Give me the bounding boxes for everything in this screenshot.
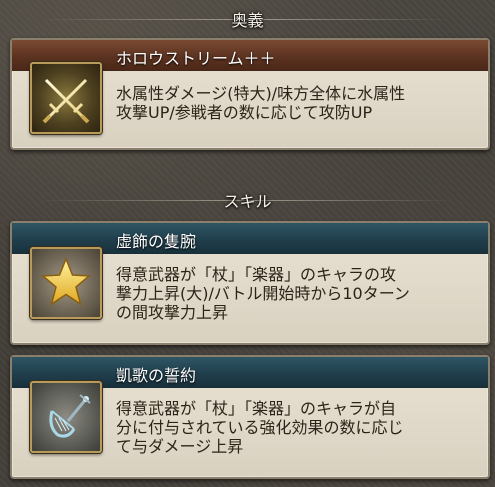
skill-desc-line: 得意武器が「杖」「楽器」のキャラの攻: [116, 265, 397, 284]
skill-desc-line: 撃力上昇(大)/バトル開始時から10ターン: [116, 284, 410, 303]
ougi-section-header: 奥義: [0, 5, 495, 33]
ougi-desc-line: 攻撃UP/参戦者の数に応じて攻防UP: [116, 103, 373, 122]
ougi-card[interactable]: ホロウストリーム＋＋ 水属性ダメージ(特大)/味方全体に水属性 攻撃UP/参戦者…: [10, 38, 490, 150]
skill-desc-line: の間攻撃力上昇: [116, 303, 229, 322]
ougi-section-title: 奥義: [231, 11, 264, 30]
ougi-name: ホロウストリーム＋＋: [116, 49, 276, 68]
skill-name: 凱歌の誓約: [116, 366, 197, 385]
skill-desc-line: て与ダメージ上昇: [116, 437, 244, 456]
ougi-desc-line: 水属性ダメージ(特大)/味方全体に水属性: [116, 84, 406, 103]
skill-name: 虚飾の隻腕: [116, 232, 197, 251]
ougi-description: 水属性ダメージ(特大)/味方全体に水属性 攻撃UP/参戦者の数に応じて攻防UP: [116, 84, 476, 122]
skill-section-title: スキル: [223, 192, 272, 211]
crossed-swords-icon: [30, 62, 102, 134]
skill-description: 得意武器が「杖」「楽器」のキャラが自 分に付与されている強化効果の数に応じ て与…: [116, 399, 476, 456]
skill-card-2[interactable]: 凱歌の誓約 得意武器が「杖」「楽器」のキャラが自 分に付与されている強化効果の数…: [10, 355, 490, 479]
skill-desc-line: 得意武器が「杖」「楽器」のキャラが自: [116, 399, 397, 418]
harp-staff-icon: [30, 381, 102, 453]
star-icon: [30, 247, 102, 319]
skill-section-header: スキル: [0, 186, 495, 214]
skill-desc-line: 分に付与されている強化効果の数に応じ: [116, 418, 404, 437]
skill-description: 得意武器が「杖」「楽器」のキャラの攻 撃力上昇(大)/バトル開始時から10ターン…: [116, 265, 476, 322]
skill-card-1[interactable]: 虚飾の隻腕 得意武器が「杖」「楽器」のキャラの攻 撃力上昇(大)/バトル開始時か…: [10, 221, 490, 345]
